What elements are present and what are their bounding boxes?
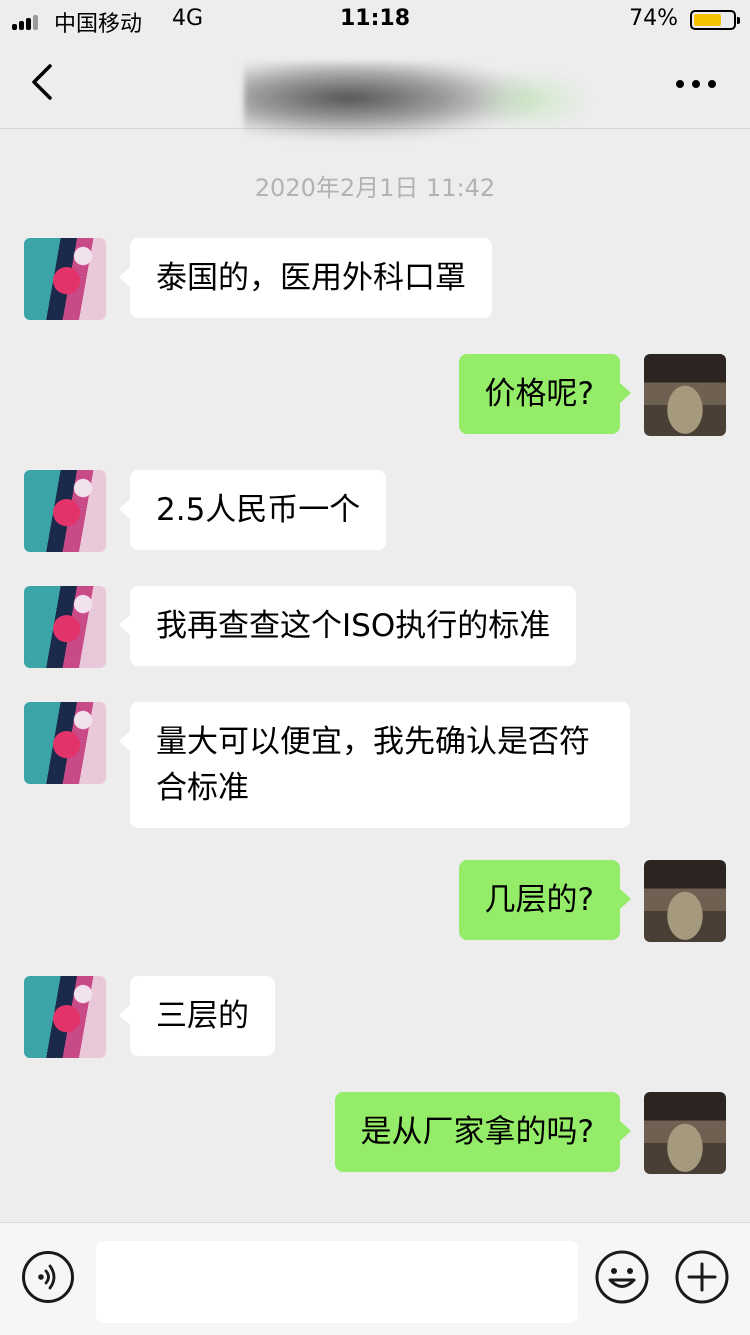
status-bar: 中国移动 4G 11:18 74% xyxy=(0,0,750,40)
user-avatar[interactable] xyxy=(644,860,726,942)
chevron-left-icon[interactable] xyxy=(22,60,66,104)
chat-input-bar xyxy=(0,1222,750,1335)
more-horizontal-icon[interactable] xyxy=(676,74,720,94)
user-avatar[interactable] xyxy=(644,1092,726,1174)
user-avatar[interactable] xyxy=(644,354,726,436)
voice-icon[interactable] xyxy=(22,1251,74,1303)
message-bubble[interactable]: 量大可以便宜，我先确认是否符合标准 xyxy=(119,702,630,828)
plus-icon[interactable] xyxy=(674,1249,730,1305)
message-bubble[interactable]: 几层的? xyxy=(458,860,632,940)
contact-avatar[interactable] xyxy=(24,586,106,668)
chat-timestamp: 2020年2月1日 11:42 xyxy=(254,174,496,202)
contact-avatar[interactable] xyxy=(24,238,106,320)
battery-icon xyxy=(690,10,740,30)
contact-avatar[interactable] xyxy=(24,470,106,552)
emoji-icon[interactable] xyxy=(594,1249,650,1305)
contact-avatar[interactable] xyxy=(24,976,106,1058)
message-bubble[interactable]: 价格呢? xyxy=(458,354,632,434)
message-bubble[interactable]: 是从厂家拿的吗? xyxy=(334,1092,632,1172)
battery-percent: 74% xyxy=(629,6,678,31)
contact-name-redacted-tint xyxy=(470,70,590,130)
message-bubble[interactable]: 我再查查这个ISO执行的标准 xyxy=(118,586,577,666)
message-bubble[interactable]: 泰国的，医用外科口罩 xyxy=(119,238,492,318)
chat-header xyxy=(0,40,750,142)
contact-avatar[interactable] xyxy=(24,702,106,784)
message-bubble[interactable]: 2.5人民币一个 xyxy=(118,470,387,550)
message-bubble[interactable]: 三层的 xyxy=(119,976,275,1056)
message-input[interactable] xyxy=(96,1241,578,1323)
